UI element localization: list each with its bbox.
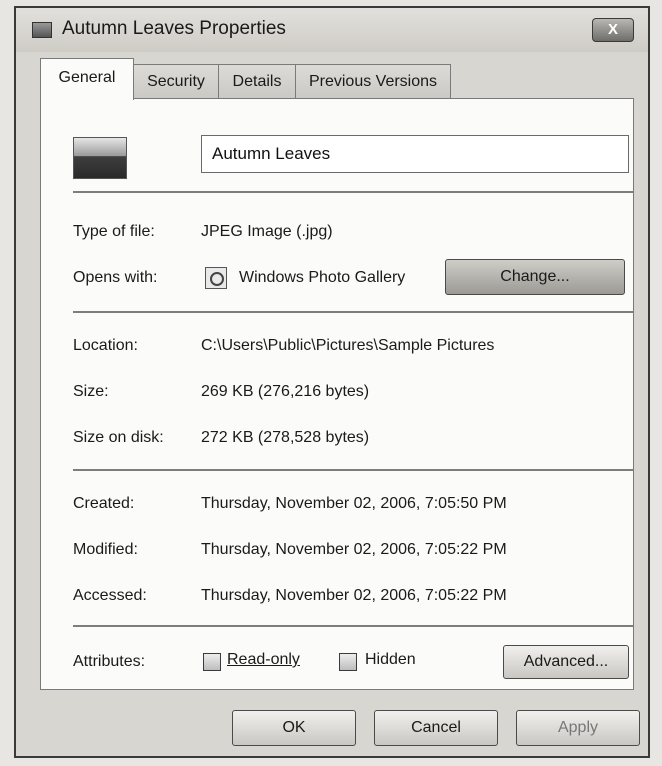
tab-previous-versions[interactable]: Previous Versions	[295, 64, 451, 98]
created-value: Thursday, November 02, 2006, 7:05:50 PM	[201, 495, 507, 512]
type-of-file-value: JPEG Image (.jpg)	[201, 223, 333, 240]
photo-gallery-icon	[205, 267, 227, 289]
separator	[73, 191, 633, 193]
readonly-checkbox[interactable]	[203, 653, 221, 671]
readonly-label[interactable]: Read-only	[227, 651, 300, 669]
separator	[73, 625, 633, 627]
separator	[73, 469, 633, 471]
type-of-file-label: Type of file:	[73, 223, 155, 240]
general-tab-panel: Type of file: JPEG Image (.jpg) Opens wi…	[40, 98, 634, 690]
accessed-value: Thursday, November 02, 2006, 7:05:22 PM	[201, 587, 507, 604]
close-button[interactable]: X	[592, 18, 634, 42]
hidden-label[interactable]: Hidden	[365, 651, 416, 669]
opens-with-value: Windows Photo Gallery	[239, 269, 406, 286]
apply-button[interactable]: Apply	[516, 710, 640, 746]
opens-with-label: Opens with:	[73, 269, 158, 286]
image-file-icon	[32, 22, 52, 38]
size-value: 269 KB (276,216 bytes)	[201, 383, 370, 400]
landscape-image-icon	[73, 137, 127, 179]
size-on-disk-label: Size on disk:	[73, 429, 164, 446]
properties-dialog: Autumn Leaves Properties X General Secur…	[14, 6, 650, 758]
location-label: Location:	[73, 337, 138, 354]
ok-button[interactable]: OK	[232, 710, 356, 746]
location-value: C:\Users\Public\Pictures\Sample Pictures	[201, 337, 495, 354]
modified-label: Modified:	[73, 541, 138, 558]
file-name-input[interactable]	[201, 135, 629, 173]
hidden-checkbox[interactable]	[339, 653, 357, 671]
created-label: Created:	[73, 495, 135, 512]
cancel-button[interactable]: Cancel	[374, 710, 498, 746]
size-label: Size:	[73, 383, 109, 400]
separator	[73, 311, 633, 313]
window-title: Autumn Leaves Properties	[62, 18, 286, 39]
change-button[interactable]: Change...	[445, 259, 625, 295]
modified-value: Thursday, November 02, 2006, 7:05:22 PM	[201, 541, 507, 558]
advanced-button[interactable]: Advanced...	[503, 645, 629, 679]
attributes-label: Attributes:	[73, 653, 146, 670]
tab-details[interactable]: Details	[218, 64, 296, 98]
accessed-label: Accessed:	[73, 587, 147, 604]
tab-general[interactable]: General	[40, 58, 134, 100]
tab-security[interactable]: Security	[133, 64, 219, 98]
size-on-disk-value: 272 KB (278,528 bytes)	[201, 429, 370, 446]
title-bar[interactable]: Autumn Leaves Properties X	[16, 8, 648, 52]
